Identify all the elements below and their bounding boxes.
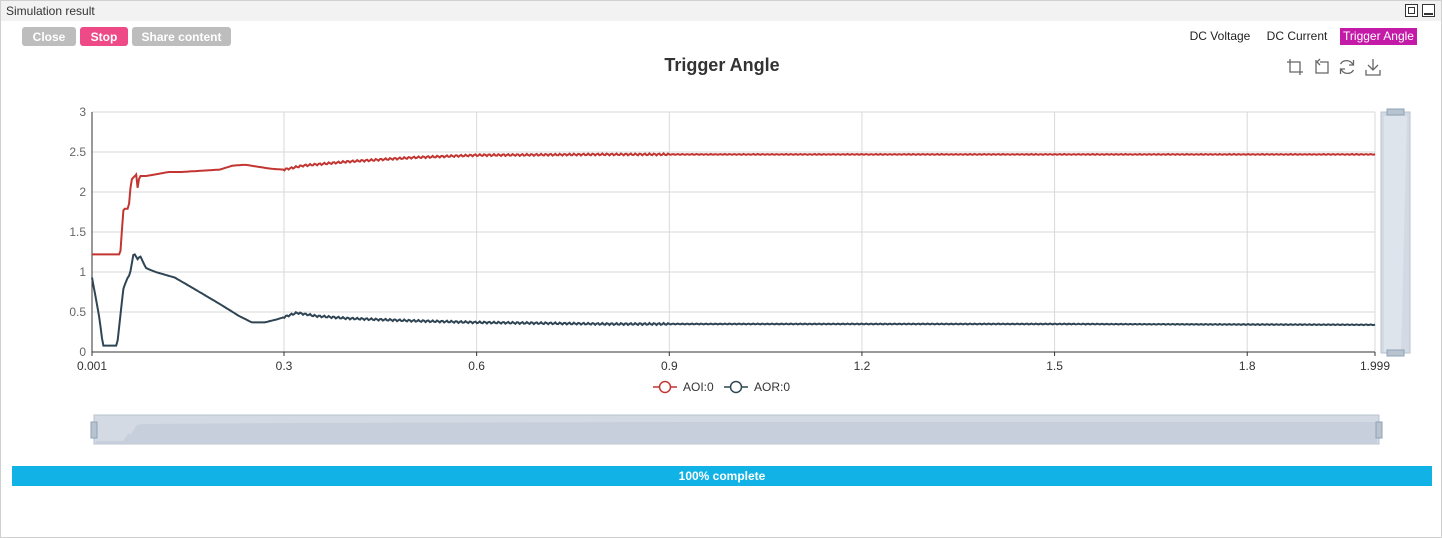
legend-marker [658, 380, 672, 394]
y-tick-label: 3 [79, 105, 86, 119]
legend-label: AOR:0 [754, 380, 790, 394]
horizontal-zoom-handle-left [90, 421, 98, 439]
horizontal-zoom-handle-right [1375, 421, 1383, 439]
x-tick-label: 0.001 [77, 359, 107, 373]
y-tick-label: 2 [79, 185, 86, 199]
vertical-zoom-handle-bottom [1386, 349, 1405, 357]
x-tick-label: 0.6 [468, 359, 485, 373]
trigger-angle-chart: 0 0.5 1 1.5 2 2.5 3 0.001 0.3 0.6 0.9 1.2 1.5 1.8 1.99… [69, 105, 1411, 445]
y-tick-label: 0.5 [69, 305, 86, 319]
y-tick-label: 1.5 [69, 225, 86, 239]
vertical-zoom-handle-top [1386, 108, 1405, 116]
horizontal-zoom-overview [96, 422, 1377, 443]
y-tick-label: 0 [79, 345, 86, 359]
legend-label: AOI:0 [683, 380, 714, 394]
x-tick-label: 1.8 [1239, 359, 1256, 373]
simulation-result-window: Simulation result Close Stop Share conte… [0, 0, 1442, 538]
x-tick-label: 1.2 [854, 359, 871, 373]
legend-marker [729, 380, 743, 394]
x-tick-label: 0.9 [661, 359, 678, 373]
y-tick-label: 1 [79, 265, 86, 279]
x-tick-label: 1.999 [1360, 359, 1390, 373]
x-tick-label: 0.3 [276, 359, 293, 373]
y-tick-label: 2.5 [69, 145, 86, 159]
x-tick-label: 1.5 [1046, 359, 1063, 373]
progress-label: 100% complete [678, 469, 766, 483]
progress-bar: 100% complete [12, 466, 1432, 486]
